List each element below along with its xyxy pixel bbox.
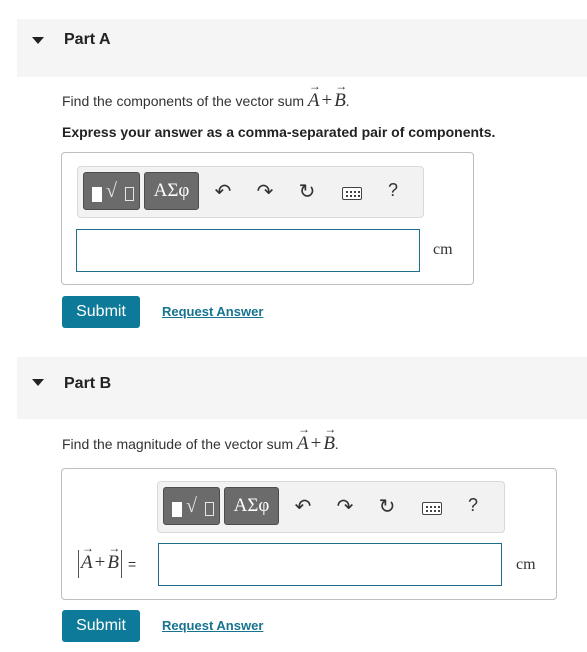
part-a-unit: cm [433,241,453,258]
part-b-header[interactable]: Part B [17,357,587,419]
magnitude-label: A+B = [76,541,137,578]
part-a-answer-input[interactable] [76,229,420,272]
question-text: Find the magnitude of the vector sum [62,436,294,452]
undo-icon[interactable]: ↶ [290,494,316,520]
vector-b: B [334,79,346,112]
vector-b: B [107,541,119,574]
part-b-submit-button[interactable]: Submit [62,610,140,642]
part-b-request-answer-link[interactable]: Request Answer [162,618,263,633]
plus-sign: + [94,552,106,574]
collapse-caret-icon[interactable] [32,379,44,386]
plus-sign: + [310,433,322,454]
part-a-question: Find the components of the vector sum A+… [62,79,350,112]
sqrt-icon: √ [186,495,197,517]
templates-icon [172,502,182,517]
equals-sign: = [127,556,137,572]
question-text: Find the components of the vector sum [62,93,305,109]
abs-bar-right [120,550,122,578]
part-b-title: Part B [64,375,112,392]
redo-icon[interactable]: ↷ [332,494,358,520]
part-b-answer-box: √ ΑΣφ ↶ ↷ ↻ ? A+B = cm [61,468,557,600]
vector-a: A [81,541,93,574]
math-toolbar: √ ΑΣφ ↶ ↷ ↻ ? [157,481,505,533]
greek-symbols-button[interactable]: ΑΣφ [224,487,279,525]
plus-sign: + [321,90,333,111]
keyboard-icon[interactable] [342,187,362,200]
template-box-icon [205,502,214,516]
collapse-caret-icon[interactable] [32,37,44,44]
part-b-unit: cm [516,556,536,573]
part-a-instruction: Express your answer as a comma-separated… [62,124,496,140]
redo-icon[interactable]: ↷ [252,179,278,205]
part-b-answer-input[interactable] [158,543,502,586]
part-a-title: Part A [64,31,111,48]
sqrt-icon: √ [106,180,117,202]
keyboard-icon[interactable] [422,502,442,515]
help-button[interactable]: ? [468,495,478,516]
period: . [334,438,339,453]
vector-sum-expression: A+B. [297,422,339,455]
reset-icon[interactable]: ↻ [294,179,320,205]
vector-a: A [297,422,309,455]
part-a-answer-box: √ ΑΣφ ↶ ↷ ↻ ? cm [61,152,474,285]
greek-symbols-button[interactable]: ΑΣφ [144,172,199,210]
period: . [345,95,350,110]
part-b-question: Find the magnitude of the vector sum A+B… [62,422,339,455]
part-a-header[interactable]: Part A [17,19,587,77]
vector-sum-expression: A+B. [308,79,350,112]
vector-b: B [323,422,335,455]
abs-bar-left [78,550,79,578]
templates-button[interactable]: √ [83,172,140,210]
magnitude-expression: A+B [81,541,119,574]
vector-a: A [308,79,320,112]
reset-icon[interactable]: ↻ [374,494,400,520]
math-toolbar: √ ΑΣφ ↶ ↷ ↻ ? [77,166,424,218]
template-box-icon [125,187,134,201]
templates-icon [92,187,102,202]
part-a-request-answer-link[interactable]: Request Answer [162,304,263,319]
templates-button[interactable]: √ [163,487,220,525]
help-button[interactable]: ? [388,180,398,201]
part-a-submit-button[interactable]: Submit [62,296,140,328]
undo-icon[interactable]: ↶ [210,179,236,205]
